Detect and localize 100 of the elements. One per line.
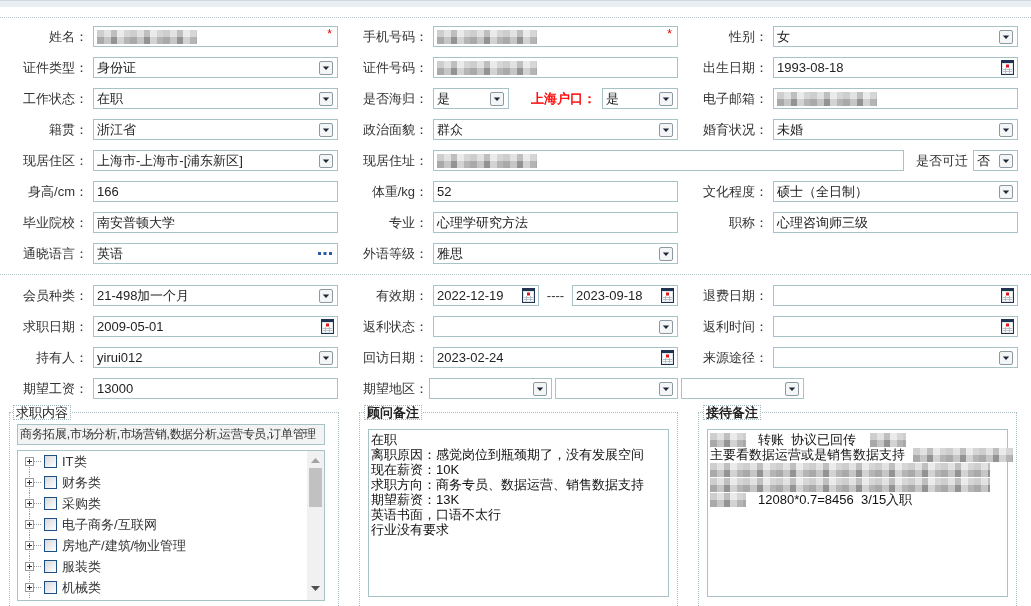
field-label: 通晓语言： <box>22 244 89 263</box>
caret-icon[interactable] <box>659 91 673 106</box>
checkbox[interactable] <box>44 497 57 510</box>
plus-icon[interactable] <box>25 499 34 508</box>
text-input[interactable] <box>773 88 1018 109</box>
dropdown-select[interactable]: 雅思 <box>433 243 678 264</box>
caret-icon[interactable] <box>659 246 673 261</box>
date-input[interactable] <box>773 285 1018 306</box>
plus-icon[interactable] <box>25 583 34 592</box>
caret-icon[interactable] <box>319 91 333 106</box>
category-label[interactable]: 财务类 <box>62 475 101 490</box>
date-input[interactable] <box>773 316 1018 337</box>
field-label: 婚育状况： <box>702 120 769 139</box>
text-input[interactable]: * <box>93 26 338 47</box>
lookup-input[interactable]: 英语 <box>93 243 338 264</box>
dropdown-select[interactable]: 是 <box>602 88 678 109</box>
dropdown-select[interactable]: 硕士（全日制） <box>773 181 1018 202</box>
field-label: 出生日期： <box>702 58 769 77</box>
plus-icon[interactable] <box>25 541 34 550</box>
field-label: 电子邮箱： <box>702 89 769 108</box>
text-input[interactable]: * <box>433 26 678 47</box>
dropdown-select[interactable]: 身份证 <box>93 57 338 78</box>
field-label: 文化程度： <box>702 182 769 201</box>
range-separator: ---- <box>546 288 565 303</box>
caret-icon[interactable] <box>999 153 1013 168</box>
dropdown-select[interactable]: 在职 <box>93 88 338 109</box>
category-label[interactable]: 服装类 <box>62 559 101 574</box>
caret-icon[interactable] <box>319 288 333 303</box>
caret-icon[interactable] <box>785 381 799 396</box>
caret-icon[interactable] <box>659 122 673 137</box>
field-label: 返利状态： <box>362 317 429 336</box>
plus-icon[interactable] <box>25 520 34 529</box>
plus-icon[interactable] <box>25 478 34 487</box>
date-input[interactable]: 2023-02-24 <box>433 347 678 368</box>
caret-icon[interactable] <box>999 122 1013 137</box>
plus-icon[interactable] <box>25 457 34 466</box>
caret-icon[interactable] <box>999 350 1013 365</box>
caret-icon[interactable] <box>319 153 333 168</box>
category-label[interactable]: 电子商务/互联网 <box>62 517 157 532</box>
calendar-icon[interactable] <box>321 319 334 334</box>
text-input[interactable]: 心理咨询师三级 <box>773 212 1018 233</box>
caret-icon[interactable] <box>319 122 333 137</box>
scrollbar-thumb[interactable] <box>309 468 322 507</box>
date-input[interactable]: 2023-09-18 <box>572 285 678 306</box>
category-label[interactable]: IT类 <box>62 454 87 469</box>
date-input[interactable]: 2022-12-19 <box>433 285 539 306</box>
dropdown-select[interactable]: 女 <box>773 26 1018 47</box>
scroll-down-icon[interactable] <box>311 586 320 591</box>
summary-field[interactable]: 商务拓展,市场分析,市场营销,数据分析,运营专员,订单管理 <box>17 424 325 445</box>
dropdown-select[interactable]: 上海市-上海市-[浦东新区] <box>93 150 338 171</box>
caret-icon[interactable] <box>319 60 333 75</box>
text-input[interactable] <box>433 57 678 78</box>
dropdown-select[interactable]: 是 <box>433 88 509 109</box>
calendar-icon[interactable] <box>661 350 674 365</box>
text-input[interactable]: 南安普顿大学 <box>93 212 338 233</box>
checkbox[interactable] <box>44 581 57 594</box>
checkbox[interactable] <box>44 476 57 489</box>
field-label: 手机号码： <box>362 27 429 46</box>
field-label: 现居住区： <box>22 151 89 170</box>
dropdown-select[interactable]: 否 <box>973 150 1018 171</box>
checkbox[interactable] <box>44 518 57 531</box>
calendar-icon[interactable] <box>1001 319 1014 334</box>
dropdown-select[interactable]: 浙江省 <box>93 119 338 140</box>
calendar-icon[interactable] <box>522 288 535 303</box>
text-input[interactable]: 166 <box>93 181 338 202</box>
checkbox[interactable] <box>44 560 57 573</box>
dropdown-select[interactable]: 群众 <box>433 119 678 140</box>
checkbox[interactable] <box>44 455 57 468</box>
note-text: 期望薪资：13K <box>371 492 460 507</box>
text-input[interactable]: 13000 <box>93 378 338 399</box>
ellipsis-icon[interactable] <box>318 252 332 255</box>
field-label: 是否海归： <box>362 89 429 108</box>
notes-textarea[interactable]: 在职 离职原因：感觉岗位到瓶颈期了，没有发展空间 现在薪资：10K 求职方向：商务专员、数据运营、销售数据支持 期望薪资：13K 英语书面，口语不太行 行业没有要求 <box>368 429 669 597</box>
date-input[interactable]: 2009-05-01 <box>93 316 338 337</box>
note-text: 转账 协议已回传 <box>758 432 857 447</box>
caret-icon[interactable] <box>659 381 673 396</box>
caret-icon[interactable] <box>533 381 547 396</box>
field-label: 性别： <box>728 27 769 46</box>
text-input[interactable]: 心理学研究方法 <box>433 212 678 233</box>
checkbox[interactable] <box>44 539 57 552</box>
calendar-icon[interactable] <box>1001 60 1014 75</box>
calendar-icon[interactable] <box>661 288 674 303</box>
caret-icon[interactable] <box>490 91 504 106</box>
text-input[interactable] <box>433 150 904 171</box>
caret-icon[interactable] <box>999 184 1013 199</box>
caret-icon[interactable] <box>999 29 1013 44</box>
caret-icon[interactable] <box>659 319 673 334</box>
calendar-icon[interactable] <box>1001 288 1014 303</box>
dropdown-select[interactable]: yirui012 <box>93 347 338 368</box>
field-label: 上海户口： <box>531 91 596 106</box>
category-label[interactable]: 机械类 <box>62 580 101 595</box>
date-input[interactable]: 1993-08-18 <box>773 57 1018 78</box>
plus-icon[interactable] <box>25 562 34 571</box>
dropdown-select[interactable]: 21-498加一个月 <box>93 285 338 306</box>
text-input[interactable]: 52 <box>433 181 678 202</box>
vertical-scrollbar[interactable] <box>307 451 324 600</box>
category-label[interactable]: 房地产/建筑/物业管理 <box>62 538 187 553</box>
dropdown-select[interactable]: 未婚 <box>773 119 1018 140</box>
category-label[interactable]: 采购类 <box>62 496 101 511</box>
caret-icon[interactable] <box>319 350 333 365</box>
